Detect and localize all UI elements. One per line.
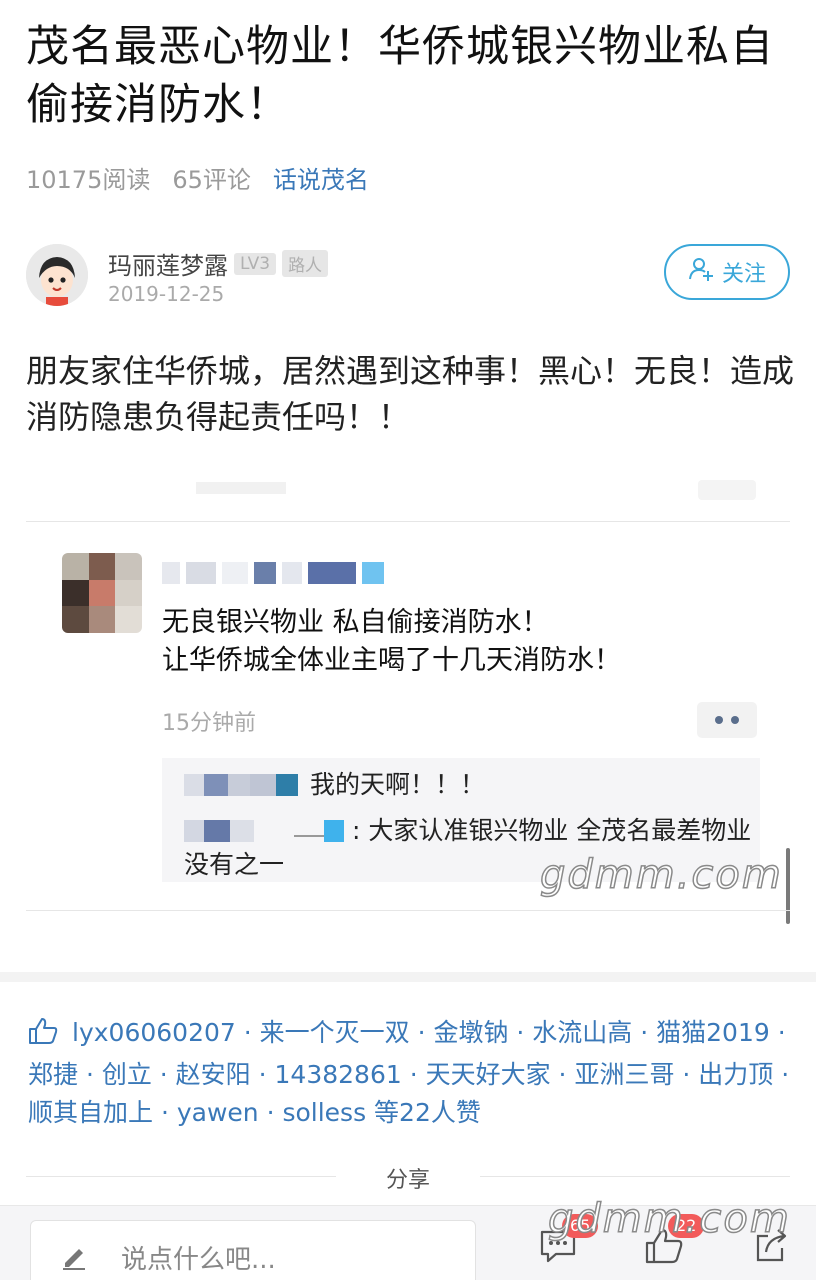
comment-input[interactable]: 说点什么吧... (30, 1220, 476, 1280)
input-placeholder: 说点什么吧... (121, 1245, 276, 1275)
dot-icon (731, 716, 739, 724)
reply-text: 我的天啊！！！ (310, 770, 486, 799)
watermark: gdmm.com (547, 1195, 791, 1243)
dot-icon (715, 716, 723, 724)
divider (26, 521, 790, 522)
commenter-avatar[interactable] (62, 553, 142, 633)
article-meta: 10175阅读 65评论 话说茂名 (26, 160, 369, 195)
post-body: 朋友家住华侨城，居然遇到这种事！黑心！无良！造成消防隐患负得起责任吗！！ (26, 352, 795, 436)
comment-line: 无良银兴物业 私自偷接消防水！ (162, 607, 549, 638)
comment-count: 65评论 (172, 166, 251, 194)
topic-link[interactable]: 话说茂名 (273, 160, 369, 195)
follow-button[interactable]: 关注 (664, 244, 790, 300)
author-name[interactable]: 玛丽莲梦露 (108, 246, 228, 281)
pencil-icon (59, 1241, 89, 1275)
author-row: 玛丽莲梦露 LV3 路人 2019-12-25 关注 (26, 244, 790, 308)
section-gap (0, 972, 816, 982)
level-badge: LV3 (234, 252, 277, 275)
likes-text[interactable]: lyx06060207 · 来一个灭一双 · 金墩钠 · 水流山高 · 猫猫20… (28, 1018, 789, 1127)
watermark: gdmm.com (539, 851, 783, 899)
follow-label: 关注 (721, 262, 766, 287)
likes-list: lyx06060207 · 来一个灭一双 · 金墩钠 · 水流山高 · 猫猫20… (28, 1014, 798, 1132)
comment-line: 让华侨城全体业主喝了十几天消防水！ (162, 645, 621, 676)
read-count: 10175阅读 (26, 166, 151, 194)
post-date: 2019-12-25 (108, 282, 225, 306)
add-user-icon (688, 256, 714, 288)
scrollbar[interactable] (786, 848, 790, 924)
divider (26, 910, 790, 911)
avatar[interactable] (26, 244, 88, 306)
more-options-button[interactable] (697, 702, 757, 738)
commenter-name-blurred (162, 562, 384, 584)
share-section: 分享 (0, 1162, 816, 1194)
reply-item[interactable]: 我的天啊！！！ (184, 768, 485, 802)
share-label: 分享 (385, 1168, 430, 1193)
comment-time: 15分钟前 (162, 711, 256, 736)
cropped-image-edge (26, 478, 790, 502)
article-title: 茂名最恶心物业！华侨城银兴物业私自偷接消防水！ (26, 22, 774, 130)
comment-text: 无良银兴物业 私自偷接消防水！ 让华侨城全体业主喝了十几天消防水！ (162, 604, 762, 680)
role-badge: 路人 (282, 250, 329, 277)
article-page: 茂名最恶心物业！华侨城银兴物业私自偷接消防水！ 10175阅读 65评论 话说茂… (0, 0, 816, 1280)
thumbs-up-icon (28, 1017, 58, 1056)
author-name-row: 玛丽莲梦露 LV3 路人 (108, 246, 329, 281)
